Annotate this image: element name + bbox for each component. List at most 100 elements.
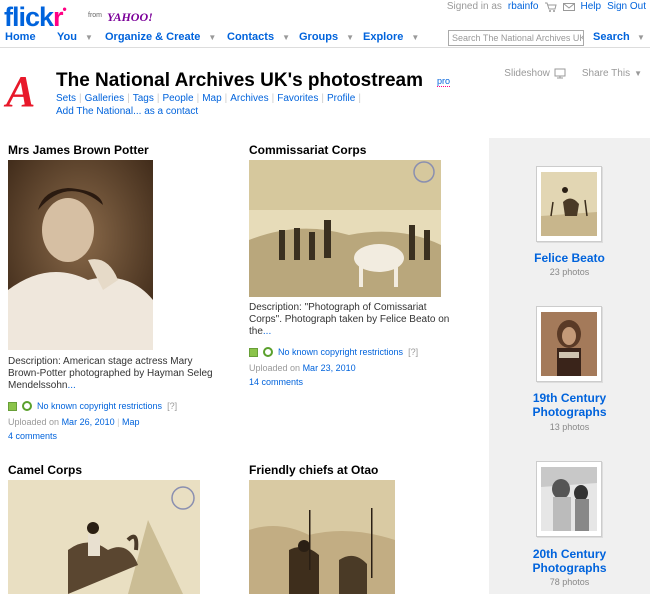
chevron-down-icon[interactable]: ▼ bbox=[282, 33, 290, 42]
divider: | bbox=[117, 417, 120, 427]
help-link[interactable]: [?] bbox=[408, 347, 418, 357]
cart-icon[interactable] bbox=[544, 2, 557, 12]
set-title-line: Photographs bbox=[532, 405, 607, 419]
divider: | bbox=[224, 93, 228, 104]
nav-organize[interactable]: Organize & Create ▼ bbox=[105, 31, 216, 43]
subnav-people[interactable]: People bbox=[162, 93, 193, 104]
nav-explore-label: Explore bbox=[363, 31, 404, 43]
photo-description: Description: American stage actress Mary… bbox=[8, 356, 223, 392]
nav-contacts[interactable]: Contacts ▼ bbox=[227, 31, 290, 43]
sign-out-link[interactable]: Sign Out bbox=[607, 1, 646, 12]
pro-badge[interactable]: pro bbox=[437, 76, 451, 87]
desc-line: Description: "Photograph of Comissariat bbox=[249, 302, 427, 313]
upload-date-link[interactable]: Mar 23, 2010 bbox=[303, 363, 356, 373]
photo-title-text: Mrs James Brown Potter bbox=[8, 143, 149, 157]
set-title-line: 20th Century bbox=[532, 547, 607, 561]
photo-title-text: Commissariat Corps bbox=[249, 143, 367, 157]
photo-title-text: Camel Corps bbox=[8, 463, 83, 477]
stream-subnav: Sets | Galleries | Tags | People | Map | Arch… bbox=[56, 93, 364, 104]
photo-title-1[interactable]: Mrs James Brown Potter bbox=[8, 143, 149, 157]
set-photo-count: 13 photos bbox=[549, 422, 590, 432]
map-link[interactable]: Map bbox=[122, 417, 140, 427]
chevron-down-icon[interactable]: ▼ bbox=[411, 33, 419, 42]
set-thumbnail[interactable] bbox=[536, 166, 602, 242]
help-link[interactable]: [?] bbox=[167, 401, 177, 411]
username-link[interactable]: rbainfo bbox=[508, 1, 539, 12]
comments-link[interactable]: 4 comments bbox=[8, 431, 57, 441]
add-contact-link[interactable]: Add The National... as a contact bbox=[56, 106, 198, 117]
photo-thumbnail[interactable] bbox=[8, 480, 200, 594]
divider: | bbox=[271, 93, 275, 104]
nav-home[interactable]: Home bbox=[5, 31, 36, 43]
chevron-down-icon[interactable]: ▼ bbox=[85, 33, 93, 42]
buddy-icon[interactable]: A bbox=[6, 70, 46, 114]
mail-icon[interactable] bbox=[562, 2, 575, 12]
no-copyright-icon bbox=[22, 401, 32, 411]
share-button[interactable]: Share This ▼ bbox=[582, 68, 642, 79]
photo-thumbnail[interactable] bbox=[8, 160, 153, 350]
subnav-map[interactable]: Map bbox=[202, 93, 221, 104]
chevron-down-icon: ▼ bbox=[634, 69, 642, 78]
photo-title-text: Friendly chiefs at Otao bbox=[249, 463, 379, 477]
comments-link[interactable]: 14 comments bbox=[249, 377, 303, 387]
more-link[interactable]: ... bbox=[263, 326, 271, 337]
license-square-icon bbox=[8, 401, 17, 411]
subnav-favorites[interactable]: Favorites bbox=[277, 93, 318, 104]
desc-line: Brown-Potter photographed by Hayman Sele… bbox=[8, 368, 213, 379]
set-thumbnail[interactable] bbox=[536, 461, 602, 537]
subnav-sets[interactable]: Sets bbox=[56, 93, 76, 104]
uploaded-label: Uploaded on bbox=[8, 417, 60, 427]
upload-info: Uploaded on Mar 23, 2010 bbox=[249, 363, 356, 373]
chevron-down-icon[interactable]: ▼ bbox=[208, 33, 216, 42]
photo-description: Description: "Photograph of Comissariat … bbox=[249, 302, 464, 338]
yahoo-logo[interactable]: YAHOO! bbox=[107, 10, 153, 25]
license-square-icon bbox=[249, 347, 258, 357]
more-link[interactable]: ... bbox=[67, 380, 75, 391]
chevron-down-icon[interactable]: ▼ bbox=[637, 33, 645, 42]
set-title-line: 19th Century bbox=[532, 391, 607, 405]
set-title-link[interactable]: 19th Century Photographs bbox=[489, 391, 650, 419]
subnav-profile[interactable]: Profile bbox=[327, 93, 355, 104]
nav-home-label: Home bbox=[5, 31, 36, 43]
sets-sidebar: Felice Beato 23 photos 19th Century Phot… bbox=[489, 138, 650, 594]
nav-you[interactable]: You ▼ bbox=[57, 31, 93, 43]
upload-date-link[interactable]: Mar 26, 2010 bbox=[62, 417, 115, 427]
search-button[interactable]: Search bbox=[593, 31, 630, 43]
license-link[interactable]: No known copyright restrictions bbox=[37, 401, 162, 411]
uploaded-label: Uploaded on bbox=[249, 363, 301, 373]
search-input[interactable]: Search The National Archives UK's bbox=[448, 30, 584, 46]
nav-groups[interactable]: Groups ▼ bbox=[299, 31, 354, 43]
photo-thumbnail[interactable] bbox=[249, 480, 395, 594]
slideshow-button[interactable]: Slideshow bbox=[504, 68, 566, 79]
divider: | bbox=[156, 93, 160, 104]
stream-actions: Slideshow Share This ▼ bbox=[504, 68, 642, 79]
photo-title-2[interactable]: Commissariat Corps bbox=[249, 143, 366, 157]
slideshow-icon bbox=[554, 68, 566, 79]
license-row: No known copyright restrictions [?] bbox=[8, 401, 177, 411]
set-photo-count: 78 photos bbox=[549, 577, 590, 587]
subnav-tags[interactable]: Tags bbox=[133, 93, 154, 104]
chevron-down-icon[interactable]: ▼ bbox=[346, 33, 354, 42]
desc-line: Corps". Photograph taken by Felice Beato… bbox=[249, 314, 450, 325]
subnav-galleries[interactable]: Galleries bbox=[85, 93, 124, 104]
top-bar: flickr• from YAHOO! Signed in as rbainfo… bbox=[0, 0, 650, 32]
divider: | bbox=[127, 93, 130, 104]
signed-in-label: Signed in as bbox=[446, 1, 502, 12]
set-title-link[interactable]: 20th Century Photographs bbox=[489, 547, 650, 575]
photo-thumbnail[interactable] bbox=[249, 160, 441, 297]
photo-title-3[interactable]: Camel Corps bbox=[8, 463, 82, 477]
main-nav: Home You ▼ Organize & Create ▼ Contacts ▼ G… bbox=[0, 28, 650, 48]
nav-explore[interactable]: Explore ▼ bbox=[363, 31, 419, 43]
logo-dot: • bbox=[62, 2, 67, 16]
set-thumbnail[interactable] bbox=[536, 306, 602, 382]
subnav-archives[interactable]: Archives bbox=[230, 93, 268, 104]
nav-contacts-label: Contacts bbox=[227, 31, 275, 43]
from-label: from bbox=[88, 12, 102, 19]
license-link[interactable]: No known copyright restrictions bbox=[278, 347, 403, 357]
upload-info: Uploaded on Mar 26, 2010 | Map bbox=[8, 417, 140, 427]
set-title-link[interactable]: Felice Beato bbox=[489, 251, 650, 265]
nav-organize-label: Organize & Create bbox=[105, 31, 201, 43]
help-link[interactable]: Help bbox=[581, 1, 602, 12]
share-label: Share This bbox=[581, 68, 631, 79]
photo-title-4[interactable]: Friendly chiefs at Otao bbox=[249, 463, 378, 477]
